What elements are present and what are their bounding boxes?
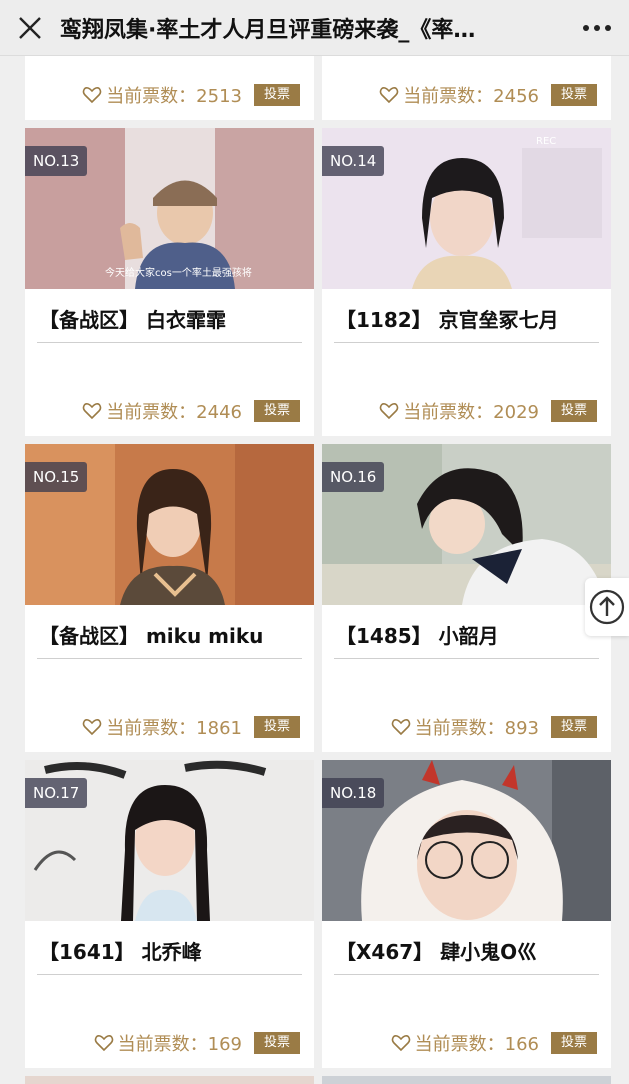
heart-icon[interactable] bbox=[82, 717, 102, 737]
heart-icon[interactable] bbox=[391, 717, 411, 737]
contestant-card[interactable]: NO.18 【X467】 肆小鬼O巛 当前票数：166 投票 bbox=[322, 760, 611, 1068]
rank-badge: NO.13 bbox=[25, 146, 88, 176]
scroll-to-top-button[interactable] bbox=[585, 578, 629, 636]
heart-icon[interactable] bbox=[379, 401, 399, 421]
next-row-partial-right bbox=[322, 1076, 611, 1084]
vote-button[interactable]: 投票 bbox=[254, 1032, 300, 1054]
divider bbox=[334, 342, 599, 343]
vote-button[interactable]: 投票 bbox=[551, 1032, 597, 1054]
vote-button[interactable]: 投票 bbox=[254, 84, 300, 106]
contestant-name: 【X467】 肆小鬼O巛 bbox=[336, 940, 538, 964]
vote-button[interactable]: 投票 bbox=[551, 84, 597, 106]
contestant-card[interactable]: NO.17 【1641】 北乔峰 当前票数：169 投票 bbox=[25, 760, 314, 1068]
vote-count: 当前票数：169 bbox=[117, 1034, 242, 1055]
vote-row: 当前票数：169 投票 bbox=[94, 1030, 300, 1056]
vote-row: 当前票数：2446 投票 bbox=[82, 398, 300, 424]
contestant-card[interactable]: NO.14 REC 【1182】 京官垒冢七月 当前票数：2029 投票 bbox=[322, 128, 611, 436]
rank-badge: NO.18 bbox=[322, 778, 385, 808]
close-button[interactable] bbox=[0, 0, 60, 56]
vote-row: 当前票数：2513 投票 bbox=[82, 82, 300, 108]
vote-row: 当前票数：1861 投票 bbox=[82, 714, 300, 740]
vote-row: 当前票数：2456 投票 bbox=[379, 82, 597, 108]
contestant-name: 【1182】 京官垒冢七月 bbox=[336, 308, 559, 332]
more-dots-icon bbox=[583, 24, 611, 31]
vote-count: 当前票数：166 bbox=[414, 1034, 539, 1055]
page-title: 鸾翔凤集·率土才人月旦评重磅来袭_《率… bbox=[60, 17, 476, 43]
contestant-name: 【备战区】 miku miku bbox=[39, 624, 264, 648]
rank-badge: NO.15 bbox=[25, 462, 88, 492]
heart-icon[interactable] bbox=[82, 401, 102, 421]
heart-icon[interactable] bbox=[379, 85, 399, 105]
vote-count: 当前票数：2029 bbox=[403, 402, 539, 423]
vote-count: 当前票数：893 bbox=[414, 718, 539, 739]
contestant-name: 【1641】 北乔峰 bbox=[39, 940, 202, 964]
video-caption: 今天给大家cos一个率土最强孩将 bbox=[105, 268, 252, 279]
vote-button[interactable]: 投票 bbox=[254, 400, 300, 422]
contestant-photo[interactable]: NO.18 bbox=[322, 760, 611, 921]
contestant-card[interactable]: NO.16 【1485】 小韶月 当前票数：893 投票 bbox=[322, 444, 611, 752]
vote-button[interactable]: 投票 bbox=[551, 400, 597, 422]
divider bbox=[334, 658, 599, 659]
contestant-name: 【备战区】 白衣霏霏 bbox=[39, 308, 226, 332]
vote-count: 当前票数：1861 bbox=[106, 718, 242, 739]
contestant-card[interactable]: NO.13 今天给大家cos一个率土最强孩将 【备战区】 白衣霏霏 当前票数：2… bbox=[25, 128, 314, 436]
contestant-photo[interactable]: NO.16 bbox=[322, 444, 611, 605]
vote-count: 当前票数：2456 bbox=[403, 86, 539, 107]
contestant-card[interactable]: NO.15 【备战区】 miku miku 当前票数：1861 投票 bbox=[25, 444, 314, 752]
next-row-partial-left bbox=[25, 1076, 314, 1084]
contestant-photo[interactable]: NO.17 bbox=[25, 760, 314, 921]
rank-badge: NO.14 bbox=[322, 146, 385, 176]
more-button[interactable] bbox=[565, 0, 629, 56]
contestant-name: 【1485】 小韶月 bbox=[336, 624, 499, 648]
divider bbox=[37, 974, 302, 975]
contestant-photo[interactable]: NO.13 今天给大家cos一个率土最强孩将 bbox=[25, 128, 314, 289]
divider bbox=[37, 342, 302, 343]
vote-row: 当前票数：893 投票 bbox=[391, 714, 597, 740]
rank-badge: NO.16 bbox=[322, 462, 385, 492]
vote-row: 当前票数：166 投票 bbox=[391, 1030, 597, 1056]
heart-icon[interactable] bbox=[391, 1033, 411, 1053]
close-icon bbox=[19, 16, 41, 39]
contestant-photo[interactable]: NO.14 REC bbox=[322, 128, 611, 289]
top-bar: 鸾翔凤集·率土才人月旦评重磅来袭_《率… bbox=[0, 0, 629, 56]
heart-icon[interactable] bbox=[94, 1033, 114, 1053]
vote-button[interactable]: 投票 bbox=[254, 716, 300, 738]
contestant-photo[interactable]: NO.15 bbox=[25, 444, 314, 605]
divider bbox=[334, 974, 599, 975]
vote-count: 当前票数：2513 bbox=[106, 86, 242, 107]
arrow-up-circle-icon bbox=[589, 589, 625, 625]
vote-count: 当前票数：2446 bbox=[106, 402, 242, 423]
heart-icon[interactable] bbox=[82, 85, 102, 105]
rec-indicator: REC bbox=[536, 136, 557, 147]
divider bbox=[37, 658, 302, 659]
vote-row: 当前票数：2029 投票 bbox=[379, 398, 597, 424]
rank-badge: NO.17 bbox=[25, 778, 88, 808]
vote-button[interactable]: 投票 bbox=[551, 716, 597, 738]
